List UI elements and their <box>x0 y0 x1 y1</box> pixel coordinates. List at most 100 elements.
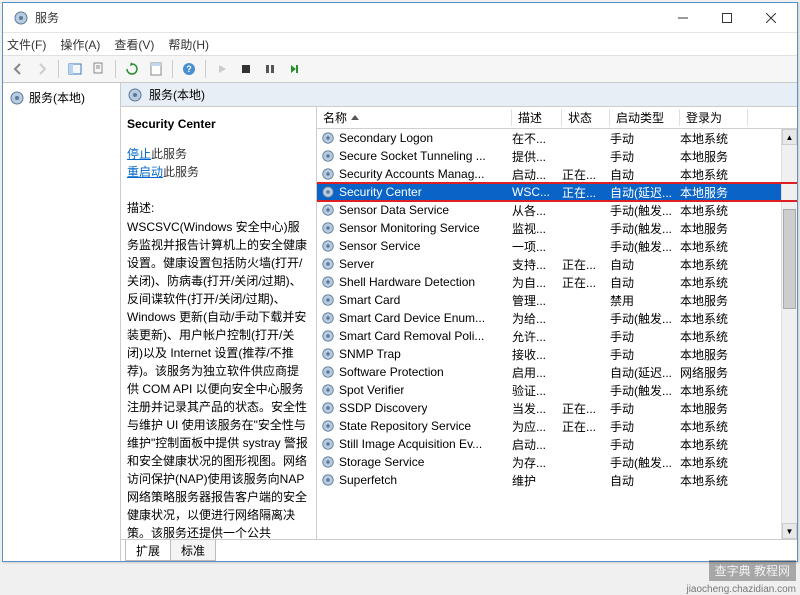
service-start-type: 手动(触发... <box>610 240 672 254</box>
service-row[interactable]: Shell Hardware Detection为自...正在...自动本地系统 <box>317 273 797 291</box>
toolbar: ? <box>3 55 797 83</box>
service-start-type: 自动 <box>610 258 634 272</box>
gear-icon <box>321 257 335 271</box>
service-row[interactable]: Sensor Data Service从各...手动(触发...本地系统 <box>317 201 797 219</box>
service-start-type: 手动(触发... <box>610 384 672 398</box>
menu-action[interactable]: 操作(A) <box>60 36 100 53</box>
service-row[interactable]: Spot Verifier验证...手动(触发...本地系统 <box>317 381 797 399</box>
tree-root-item[interactable]: 服务(本地) <box>5 87 118 108</box>
service-row[interactable]: Still Image Acquisition Ev...启动...手动本地系统 <box>317 435 797 453</box>
service-logon: 本地系统 <box>680 240 728 254</box>
service-row[interactable]: State Repository Service为应...正在...手动本地系统 <box>317 417 797 435</box>
service-status: 正在... <box>562 276 596 290</box>
header-status[interactable]: 状态 <box>562 109 610 126</box>
gear-icon <box>321 167 335 181</box>
service-row[interactable]: Storage Service为存...手动(触发...本地系统 <box>317 453 797 471</box>
show-hide-tree-button[interactable] <box>64 58 86 80</box>
service-row[interactable]: Smart Card Removal Poli...允许...手动本地系统 <box>317 327 797 345</box>
header-name[interactable]: 名称 <box>317 109 512 126</box>
close-button[interactable] <box>749 3 793 32</box>
header-logon[interactable]: 登录为 <box>680 109 748 126</box>
title-bar[interactable]: 服务 <box>3 3 797 33</box>
service-status: 正在... <box>562 258 596 272</box>
service-row[interactable]: Security Accounts Manag...启动...正在...自动本地… <box>317 165 797 183</box>
tree-pane: 服务(本地) <box>3 83 121 561</box>
back-button[interactable] <box>7 58 29 80</box>
service-start-type: 自动 <box>610 168 634 182</box>
forward-button[interactable] <box>31 58 53 80</box>
header-start-type[interactable]: 启动类型 <box>610 109 680 126</box>
service-desc: 一项... <box>512 240 546 254</box>
service-row[interactable]: Sensor Service 一项... 手动(触发... 本地系统 <box>317 237 797 255</box>
service-row[interactable]: Smart Card管理...禁用本地服务 <box>317 291 797 309</box>
maximize-button[interactable] <box>705 3 749 32</box>
tab-standard[interactable]: 标准 <box>170 540 216 561</box>
column-headers: 名称 描述 状态 启动类型 登录为 <box>317 107 797 129</box>
export-button[interactable] <box>88 58 110 80</box>
scroll-up-button[interactable]: ▲ <box>782 129 797 145</box>
service-desc: 监视... <box>512 222 546 236</box>
detail-pane: Security Center 停止此服务 重启动此服务 描述: WSCSVC(… <box>121 107 317 539</box>
service-row[interactable]: Sensor Monitoring Service监视...手动(触发...本地… <box>317 219 797 237</box>
menu-view[interactable]: 查看(V) <box>114 36 154 53</box>
minimize-button[interactable] <box>661 3 705 32</box>
gear-icon <box>321 383 335 397</box>
service-logon: 本地服务 <box>680 186 728 200</box>
scroll-thumb[interactable] <box>783 209 796 309</box>
service-name: Smart Card Device Enum... <box>339 311 485 325</box>
service-row[interactable]: Smart Card Device Enum...为给...手动(触发...本地… <box>317 309 797 327</box>
menu-help[interactable]: 帮助(H) <box>168 36 209 53</box>
menu-file[interactable]: 文件(F) <box>7 36 46 53</box>
scroll-down-button[interactable]: ▼ <box>782 523 797 539</box>
vertical-scrollbar[interactable]: ▲ ▼ <box>781 129 797 539</box>
service-name: Software Protection <box>339 365 444 379</box>
pause-service-button[interactable] <box>259 58 281 80</box>
service-logon: 本地系统 <box>680 438 728 452</box>
service-logon: 本地服务 <box>680 402 728 416</box>
service-row[interactable]: Secondary Logon在不...手动本地系统 <box>317 129 797 147</box>
restart-link[interactable]: 重启动 <box>127 165 163 179</box>
service-name: Storage Service <box>339 455 424 469</box>
service-row[interactable]: Software Protection启用...自动(延迟...网络服务 <box>317 363 797 381</box>
service-logon: 本地系统 <box>680 330 728 344</box>
description-label: 描述: <box>127 199 308 216</box>
service-name: Sensor Data Service <box>339 203 449 217</box>
service-row[interactable]: Server支持...正在...自动本地系统 <box>317 255 797 273</box>
service-logon: 本地服务 <box>680 348 728 362</box>
tab-extended[interactable]: 扩展 <box>125 540 171 561</box>
service-name: Spot Verifier <box>339 383 404 397</box>
gear-icon <box>321 347 335 361</box>
service-name: Secondary Logon <box>339 131 433 145</box>
service-row[interactable]: Secure Socket Tunneling ...提供...手动本地服务 <box>317 147 797 165</box>
service-start-type: 手动 <box>610 150 634 164</box>
service-name: Sensor Service <box>339 239 420 253</box>
restart-service-button[interactable] <box>283 58 305 80</box>
gear-icon <box>321 149 335 163</box>
stop-service-button[interactable] <box>235 58 257 80</box>
service-start-type: 自动 <box>610 276 634 290</box>
service-logon: 本地系统 <box>680 474 728 488</box>
help-button[interactable]: ? <box>178 58 200 80</box>
service-start-type: 手动(触发... <box>610 456 672 470</box>
service-row[interactable]: SSDP Discovery当发...正在...手动本地服务 <box>317 399 797 417</box>
refresh-button[interactable] <box>121 58 143 80</box>
service-name: Security Center <box>339 185 422 199</box>
stop-link[interactable]: 停止 <box>127 147 151 161</box>
service-list: 名称 描述 状态 启动类型 登录为 Secondary Logon在不...手动… <box>317 107 797 539</box>
service-start-type: 禁用 <box>610 294 634 308</box>
gear-icon <box>127 87 143 103</box>
service-name: Smart Card <box>339 293 400 307</box>
service-start-type: 自动(延迟... <box>610 366 672 380</box>
gear-icon <box>321 455 335 469</box>
service-desc: 当发... <box>512 402 546 416</box>
service-row[interactable]: SNMP Trap接收...手动本地服务 <box>317 345 797 363</box>
header-desc[interactable]: 描述 <box>512 109 562 126</box>
service-row[interactable]: Security CenterWSC...正在...自动(延迟...本地服务 <box>317 183 797 201</box>
properties-button[interactable] <box>145 58 167 80</box>
service-desc: 从各... <box>512 204 546 218</box>
watermark-url: jiaocheng.chazidian.com <box>686 584 796 595</box>
service-row[interactable]: Superfetch维护自动本地系统 <box>317 471 797 489</box>
service-logon: 本地系统 <box>680 312 728 326</box>
window-title: 服务 <box>35 9 661 26</box>
start-service-button[interactable] <box>211 58 233 80</box>
